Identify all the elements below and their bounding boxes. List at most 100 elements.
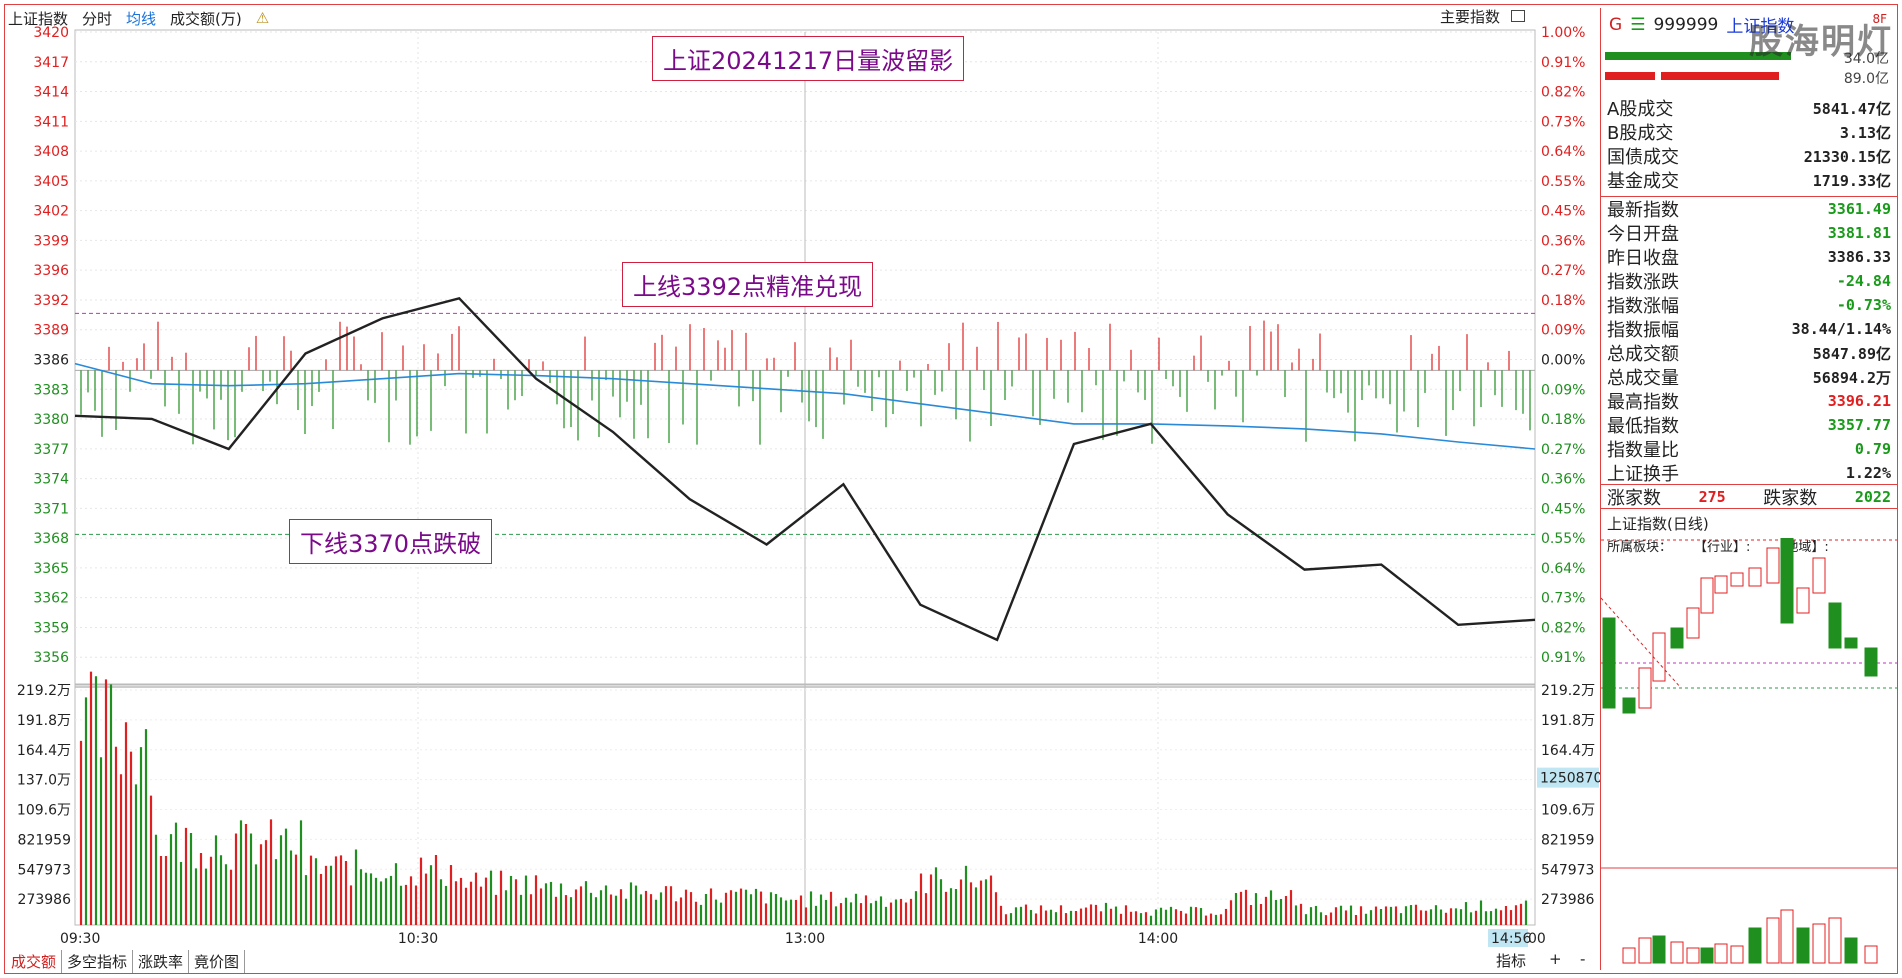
price-tick-label: 3368: [33, 531, 69, 547]
tab-auction[interactable]: 竟价图: [189, 950, 246, 973]
price-tick-label: 3392: [33, 293, 69, 309]
pct-tick-label: 0.64%: [1541, 561, 1585, 577]
kline-volume-bar: [1748, 927, 1762, 964]
volume-tick-label: 219.2万: [17, 683, 71, 699]
menu-icon[interactable]: ☰: [1630, 15, 1645, 35]
price-tick-label: 3359: [33, 620, 69, 636]
cursor-time: 14:56: [1491, 931, 1531, 947]
price-tick-label: 3377: [33, 442, 69, 458]
kline-volume-bar: [1652, 935, 1666, 964]
kline-candle: [1700, 577, 1714, 614]
tab-advdecl[interactable]: 涨跌率: [133, 950, 190, 973]
kline-candle: [1748, 567, 1762, 587]
stat-row: 指数涨幅 -0.73%: [1601, 293, 1897, 317]
kline-candle: [1864, 647, 1878, 677]
daily-kline-chart: [1601, 538, 1897, 964]
tab-longshort[interactable]: 多空指标: [62, 950, 134, 973]
kline-candle: [1812, 557, 1826, 594]
stat-value: 5841.47亿: [1812, 99, 1891, 118]
stat-value: 3357.77: [1827, 416, 1891, 434]
stat-label: 上证换手: [1607, 464, 1679, 485]
tab-turnover[interactable]: 成交额: [6, 950, 63, 973]
stat-row: B股成交 3.13亿: [1601, 120, 1897, 144]
index-stats: 最新指数 3361.49 今日开盘 3381.81 昨日收盘 3386.33 指数涨跌 -24…: [1601, 196, 1897, 485]
stat-value: 3.13亿: [1839, 123, 1891, 142]
pct-tick-label: 0.91%: [1541, 55, 1585, 71]
volume-tick-label: 137.0万: [17, 773, 71, 789]
pct-tick-label: 0.64%: [1541, 144, 1585, 160]
volume-tick-label: 547973: [18, 862, 71, 878]
breadth-row: 涨家数 275 跌家数 2022: [1601, 484, 1897, 509]
daily-title[interactable]: 上证指数(日线): [1601, 508, 1897, 534]
kline-volume-bar: [1670, 941, 1684, 964]
stat-row: 总成交额 5847.89亿: [1601, 341, 1897, 365]
sell-bar-b: [1661, 72, 1779, 80]
kline-volume-bar: [1812, 923, 1826, 964]
volume-tick-label-right: 273986: [1541, 892, 1595, 908]
kline-candle: [1780, 538, 1794, 624]
pct-tick-label: 0.27%: [1541, 263, 1585, 279]
kline-volume-bar: [1844, 937, 1858, 964]
volume-tick-label: 109.6万: [17, 803, 71, 819]
stat-value: 3381.81: [1827, 224, 1891, 242]
stat-row: 最低指数 3357.77: [1601, 413, 1897, 437]
pct-tick-label: 0.55%: [1541, 174, 1585, 190]
volume-tick-label-right: 164.4万: [1541, 743, 1595, 759]
stat-value: -0.73%: [1836, 296, 1891, 314]
stat-value: 3386.33: [1827, 248, 1891, 266]
intraday-chart: 3420 3417 3414 3411 3408 3405 3402 3399 3396 3392…: [17, 25, 1600, 947]
zoom-out-button[interactable]: -: [1580, 950, 1585, 968]
watermark: 股海明灯: [1749, 22, 1893, 62]
annotation-title: 上证20241217日量波留影: [652, 36, 965, 81]
group-tag: G: [1609, 14, 1623, 35]
kline-volume-bar: [1766, 917, 1780, 964]
stat-value: 56894.2万: [1812, 368, 1891, 387]
stat-row: 指数量比 0.79: [1601, 437, 1897, 461]
stat-label: 指数振幅: [1607, 320, 1679, 341]
volume-tick-label-right: 821959: [1541, 832, 1594, 848]
current-volume-value: 1250870: [1540, 771, 1600, 787]
price-tick-label: 3362: [33, 591, 69, 607]
pct-tick-label: 0.36%: [1541, 233, 1585, 249]
time-label: 14:00: [1138, 931, 1178, 947]
stat-value: 5847.89亿: [1812, 344, 1891, 363]
pct-tick-label: 0.91%: [1541, 650, 1585, 666]
zoom-in-button[interactable]: +: [1549, 950, 1562, 968]
volume-tick-label-right: 219.2万: [1541, 683, 1595, 699]
stat-label: 总成交额: [1607, 344, 1679, 365]
stat-row: 上证换手 1.22%: [1601, 461, 1897, 485]
stat-row: 昨日收盘 3386.33: [1601, 245, 1897, 269]
volume-tick-label: 191.8万: [17, 713, 71, 729]
time-label: 13:00: [785, 931, 825, 947]
pct-tick-label: 0.73%: [1541, 114, 1585, 130]
stat-label: 指数涨跌: [1607, 272, 1679, 293]
stat-value: 0.79: [1854, 440, 1891, 458]
stat-label: B股成交: [1607, 123, 1674, 144]
bottom-tabs: 成交额 多空指标 涨跌率 竟价图: [6, 950, 246, 973]
turnover-stats: A股成交 5841.47亿 B股成交 3.13亿 国债成交 21330.15亿 基金成交 17…: [1601, 96, 1897, 192]
stat-label: 最新指数: [1607, 200, 1679, 221]
stat-value: 21330.15亿: [1803, 147, 1891, 166]
price-tick-label: 3380: [33, 412, 69, 428]
price-tick-label: 3365: [33, 561, 69, 577]
kline-volume-bar: [1622, 947, 1636, 964]
sell-bar-a: [1605, 72, 1655, 80]
kline-volume-bar: [1796, 927, 1810, 964]
stat-label: 指数涨幅: [1607, 296, 1679, 317]
stat-label: 国债成交: [1607, 147, 1679, 168]
stat-row: 最新指数 3361.49: [1601, 197, 1897, 221]
kline-volume-bar: [1780, 909, 1794, 964]
stat-value: 38.44/1.14%: [1791, 320, 1891, 338]
volume-tick-label: 164.4万: [17, 743, 71, 759]
stat-label: 指数量比: [1607, 440, 1679, 461]
kline-candle: [1686, 607, 1700, 639]
price-tick-label: 3411: [33, 114, 69, 130]
up-label: 涨家数: [1607, 488, 1661, 509]
kline-candle: [1638, 667, 1652, 709]
pct-tick-label: 0.73%: [1541, 591, 1585, 607]
bar-value-2: 89.0亿: [1843, 71, 1889, 87]
pct-tick-label: 1.00%: [1541, 25, 1585, 41]
kline-candle: [1622, 697, 1636, 714]
indicator-button[interactable]: 指标: [1496, 950, 1526, 971]
kline-candle: [1844, 637, 1858, 649]
